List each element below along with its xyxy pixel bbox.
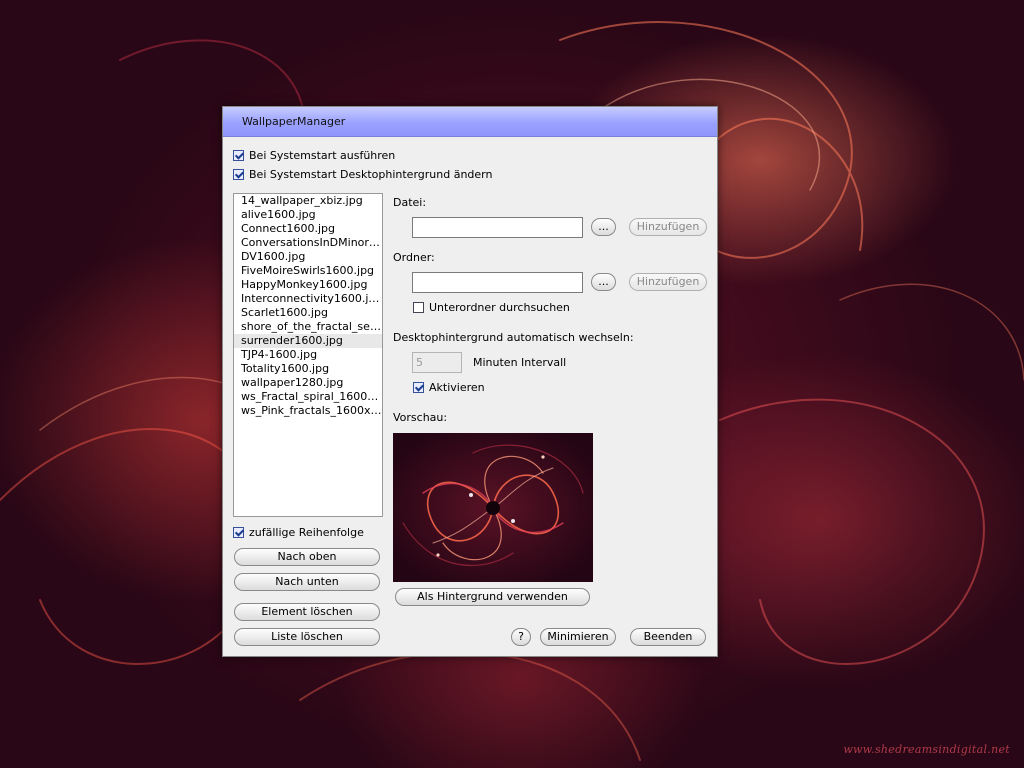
list-item[interactable]: TJP4-1600.jpg <box>234 348 382 362</box>
help-button[interactable]: ? <box>511 628 531 646</box>
random-order-checkbox[interactable]: zufällige Reihenfolge <box>233 526 364 539</box>
list-item[interactable]: 14_wallpaper_xbiz.jpg <box>234 194 382 208</box>
interval-input[interactable]: 5 <box>412 352 462 373</box>
folder-label: Ordner: <box>393 251 435 264</box>
move-down-button[interactable]: Nach unten <box>234 573 380 591</box>
subfolders-checkbox[interactable]: Unterordner durchsuchen <box>413 301 570 314</box>
change-at-startup-checkbox[interactable]: Bei Systemstart Desktophintergrund änder… <box>233 168 492 181</box>
list-item[interactable]: shore_of_the_fractal_sea-1... <box>234 320 382 334</box>
list-item[interactable]: DV1600.jpg <box>234 250 382 264</box>
wallpaper-watermark: www.shedreamsindigital.net <box>843 743 1010 756</box>
list-item[interactable]: ws_Pink_fractals_1600x12... <box>234 404 382 418</box>
window-title: WallpaperManager <box>242 115 346 128</box>
subfolders-label: Unterordner durchsuchen <box>429 301 570 314</box>
list-item[interactable]: FiveMoireSwirls1600.jpg <box>234 264 382 278</box>
auto-change-label: Desktophintergrund automatisch wechseln: <box>393 331 634 344</box>
folder-browse-button[interactable]: ... <box>591 273 616 291</box>
list-item[interactable]: wallpaper1280.jpg <box>234 376 382 390</box>
file-add-button[interactable]: Hinzufügen <box>629 218 707 236</box>
move-up-button[interactable]: Nach oben <box>234 548 380 566</box>
change-at-startup-label: Bei Systemstart Desktophintergrund änder… <box>249 168 493 181</box>
change-at-startup-checkmark[interactable] <box>233 169 244 180</box>
subfolders-checkmark[interactable] <box>413 302 424 313</box>
interval-label: Minuten Intervall <box>473 356 567 369</box>
list-item[interactable]: HappyMonkey1600.jpg <box>234 278 382 292</box>
activate-checkbox[interactable]: Aktivieren <box>413 381 485 394</box>
file-label: Datei: <box>393 196 427 209</box>
file-browse-button[interactable]: ... <box>591 218 616 236</box>
list-item[interactable]: alive1600.jpg <box>234 208 382 222</box>
run-at-startup-checkbox[interactable]: Bei Systemstart ausführen <box>233 149 395 162</box>
minimize-button[interactable]: Minimieren <box>540 628 616 646</box>
run-at-startup-checkmark[interactable] <box>233 150 244 161</box>
folder-add-button[interactable]: Hinzufügen <box>629 273 707 291</box>
list-item[interactable]: ws_Fractal_spiral_1600x12... <box>234 390 382 404</box>
clear-list-button[interactable]: Liste löschen <box>234 628 380 646</box>
activate-label: Aktivieren <box>429 381 485 394</box>
folder-path-input[interactable] <box>412 272 583 293</box>
preview-fractal-graphic <box>393 433 593 582</box>
list-item[interactable]: Totality1600.jpg <box>234 362 382 376</box>
set-as-background-button[interactable]: Als Hintergrund verwenden <box>395 588 590 606</box>
delete-item-button[interactable]: Element löschen <box>234 603 380 621</box>
list-item[interactable]: Connect1600.jpg <box>234 222 382 236</box>
preview-label: Vorschau: <box>393 411 448 424</box>
random-order-label: zufällige Reihenfolge <box>249 526 364 539</box>
file-path-input[interactable] <box>412 217 583 238</box>
activate-checkmark[interactable] <box>413 382 424 393</box>
run-at-startup-label: Bei Systemstart ausführen <box>249 149 396 162</box>
list-item[interactable]: Interconnectivity1600.jpg <box>234 292 382 306</box>
wallpaper-preview-image <box>393 433 593 582</box>
list-item[interactable]: Scarlet1600.jpg <box>234 306 382 320</box>
title-bar[interactable]: WallpaperManager <box>223 107 717 137</box>
list-item[interactable]: surrender1600.jpg <box>234 334 382 348</box>
list-item[interactable]: ConversationsInDMinor160... <box>234 236 382 250</box>
exit-button[interactable]: Beenden <box>630 628 706 646</box>
wallpaper-file-list[interactable]: 14_wallpaper_xbiz.jpg alive1600.jpg Connec… <box>233 193 383 517</box>
random-order-checkmark[interactable] <box>233 527 244 538</box>
wallpaper-manager-window: WallpaperManager Bei Systemstart ausführ… <box>222 106 718 657</box>
